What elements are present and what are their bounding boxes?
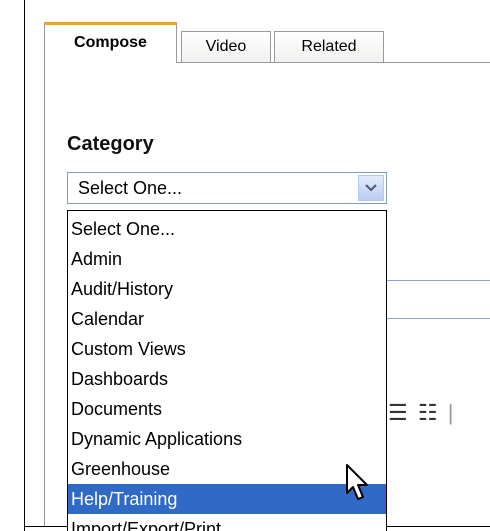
category-option[interactable]: Admin	[68, 244, 386, 274]
category-select[interactable]: Select One...	[67, 172, 387, 204]
hidden-field-border	[387, 280, 490, 281]
category-option-highlighted[interactable]: Help/Training	[68, 484, 386, 514]
tab-bar-baseline	[177, 62, 490, 63]
toolbar-separator: |	[447, 400, 456, 425]
bullet-list-icon[interactable]: ☰	[388, 400, 410, 425]
category-option[interactable]: Documents	[68, 394, 386, 424]
category-option[interactable]: Select One...	[68, 214, 386, 244]
tab-video[interactable]: Video	[181, 31, 271, 63]
category-label: Category	[67, 133, 154, 155]
hidden-field-border	[387, 318, 490, 319]
category-option[interactable]: Calendar	[68, 304, 386, 334]
category-select-value: Select One...	[78, 178, 183, 198]
category-option[interactable]: Dashboards	[68, 364, 386, 394]
chevron-down-icon[interactable]	[358, 175, 384, 201]
category-option[interactable]: Dynamic Applications	[68, 424, 386, 454]
category-option[interactable]: Greenhouse	[68, 454, 386, 484]
numbered-list-icon[interactable]: ☷	[418, 400, 440, 425]
window-frame-left-border	[24, 0, 25, 531]
category-dropdown-list: Select One... Admin Audit/History Calend…	[67, 210, 387, 531]
tab-compose[interactable]: Compose	[44, 22, 177, 63]
category-option[interactable]: Import/Export/Print	[68, 514, 386, 531]
category-option[interactable]: Audit/History	[68, 274, 386, 304]
editor-toolbar: ☰ ☷ |	[388, 400, 455, 426]
category-option[interactable]: Custom Views	[68, 334, 386, 364]
tab-related[interactable]: Related	[274, 31, 384, 63]
mouse-pointer-icon	[346, 464, 368, 500]
